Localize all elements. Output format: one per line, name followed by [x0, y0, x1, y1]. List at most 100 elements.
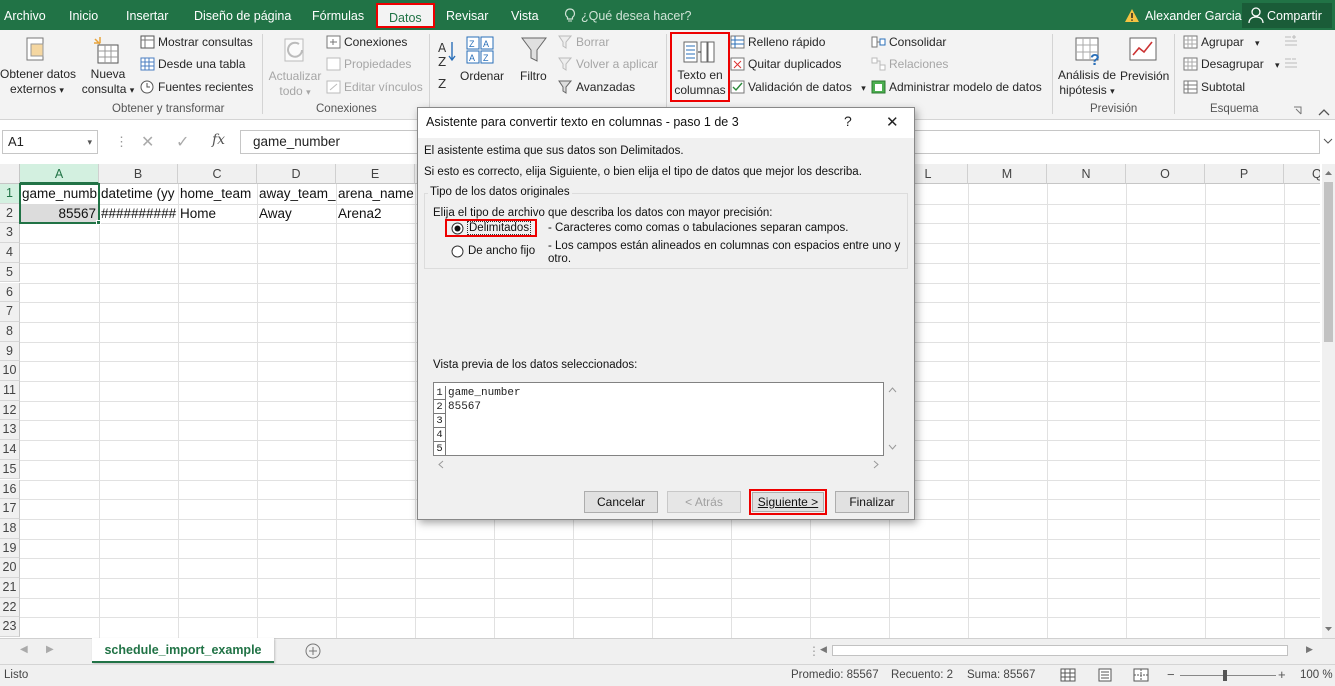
- close-icon[interactable]: ✕: [886, 113, 899, 131]
- zoom-slider-thumb[interactable]: [1223, 670, 1227, 681]
- row-header[interactable]: 18: [0, 518, 20, 539]
- row-header[interactable]: 8: [0, 321, 20, 342]
- row-header[interactable]: 14: [0, 440, 20, 460]
- radio-fixed-width-label[interactable]: De ancho fijo: [468, 245, 535, 257]
- subtotal-button[interactable]: Subtotal: [1201, 80, 1245, 94]
- relations-button[interactable]: Relaciones: [889, 57, 948, 71]
- column-header[interactable]: B: [99, 164, 178, 184]
- cell-d1[interactable]: away_team_: [257, 184, 336, 204]
- cell-b1[interactable]: datetime (yy: [99, 184, 178, 204]
- column-header[interactable]: A: [20, 164, 99, 184]
- add-sheet-icon[interactable]: [305, 643, 321, 659]
- cancel-entry-icon[interactable]: ✕: [141, 132, 154, 152]
- cell-c2[interactable]: Home: [178, 204, 257, 224]
- collapse-ribbon-icon[interactable]: [1318, 108, 1330, 116]
- row-header[interactable]: 6: [0, 282, 20, 303]
- tab-diseno[interactable]: Diseño de página: [194, 0, 291, 30]
- new-query-button[interactable]: Nueva consulta ▾: [80, 67, 136, 98]
- next-button[interactable]: Siguiente >: [752, 492, 824, 512]
- filter-button[interactable]: Filtro: [520, 69, 547, 83]
- radio-delimited-label[interactable]: Delimitados: [467, 221, 532, 235]
- group-button[interactable]: Agrupar ▾: [1201, 35, 1260, 49]
- next-sheet-icon[interactable]: ▶: [46, 644, 54, 655]
- data-validation-button[interactable]: Validación de datos ▾: [748, 80, 866, 94]
- dialog-launcher-icon[interactable]: [1293, 106, 1302, 115]
- preview-scroll-left-icon[interactable]: [438, 460, 444, 469]
- cell-c1[interactable]: home_team: [178, 184, 257, 204]
- connections-button[interactable]: Conexiones: [344, 35, 407, 49]
- preview-scroll-down-icon[interactable]: [888, 444, 897, 450]
- row-header[interactable]: 15: [0, 459, 20, 480]
- expand-formula-bar-icon[interactable]: [1323, 138, 1333, 146]
- column-header[interactable]: M: [968, 164, 1047, 184]
- confirm-entry-icon[interactable]: ✓: [176, 132, 189, 152]
- edit-links-button[interactable]: Editar vínculos: [344, 80, 423, 94]
- cell-b2[interactable]: ##########: [99, 204, 178, 224]
- row-header[interactable]: 19: [0, 538, 20, 559]
- column-header[interactable]: P: [1205, 164, 1284, 184]
- cell-d2[interactable]: Away: [257, 204, 336, 224]
- advanced-button[interactable]: Avanzadas: [576, 80, 635, 94]
- scroll-left-icon[interactable]: ◀: [820, 644, 827, 655]
- get-external-data-button[interactable]: Obtener datos externos ▾: [0, 67, 76, 98]
- row-header[interactable]: 10: [0, 361, 20, 381]
- ungroup-button[interactable]: Desagrupar ▾: [1201, 57, 1280, 71]
- cell-e1[interactable]: arena_name: [336, 184, 415, 204]
- insert-function-icon[interactable]: fx: [212, 132, 225, 148]
- forecast-sheet-button[interactable]: Previsión: [1120, 69, 1169, 83]
- row-header[interactable]: 11: [0, 381, 20, 401]
- row-header[interactable]: 13: [0, 420, 20, 441]
- user-name[interactable]: Alexander Garcia: [1145, 0, 1242, 30]
- tab-inicio[interactable]: Inicio: [69, 0, 98, 30]
- flash-fill-button[interactable]: Relleno rápido: [748, 35, 825, 49]
- fill-handle[interactable]: [96, 220, 101, 225]
- row-header[interactable]: 21: [0, 578, 20, 598]
- tab-archivo[interactable]: Archivo: [4, 0, 46, 30]
- refresh-all-button[interactable]: Actualizar todo ▾: [264, 69, 326, 100]
- scroll-right-icon[interactable]: ▶: [1306, 644, 1313, 655]
- column-header[interactable]: O: [1126, 164, 1205, 184]
- zoom-slider-track[interactable]: [1180, 675, 1276, 676]
- column-header[interactable]: Q: [1284, 164, 1320, 184]
- name-box[interactable]: A1 ▾: [2, 130, 98, 154]
- share-button[interactable]: Compartir: [1267, 0, 1322, 30]
- row-header[interactable]: 17: [0, 499, 20, 519]
- row-header[interactable]: 12: [0, 400, 20, 421]
- page-layout-icon[interactable]: [1097, 668, 1113, 682]
- row-header[interactable]: 7: [0, 302, 20, 322]
- horizontal-scrollbar[interactable]: ◀ ▶: [818, 643, 1318, 659]
- row-header[interactable]: 22: [0, 597, 20, 618]
- prev-sheet-icon[interactable]: ◀: [20, 644, 28, 655]
- tab-vista[interactable]: Vista: [511, 0, 539, 30]
- preview-scroll-right-icon[interactable]: [873, 460, 879, 469]
- remove-duplicates-button[interactable]: Quitar duplicados: [748, 57, 841, 71]
- radio-delimited-icon[interactable]: [451, 222, 464, 235]
- tab-formulas[interactable]: Fórmulas: [312, 0, 364, 30]
- back-button[interactable]: < Atrás: [667, 491, 741, 513]
- vertical-scroll-thumb[interactable]: [1324, 182, 1333, 342]
- column-header[interactable]: E: [336, 164, 415, 184]
- show-queries-button[interactable]: Mostrar consultas: [158, 35, 253, 49]
- zoom-out-icon[interactable]: −: [1167, 667, 1175, 682]
- clear-button[interactable]: Borrar: [576, 35, 609, 49]
- select-all-corner[interactable]: [0, 164, 20, 184]
- row-header[interactable]: 4: [0, 243, 20, 263]
- scroll-up-icon[interactable]: [1324, 170, 1333, 176]
- row-header[interactable]: 5: [0, 262, 20, 283]
- preview-scroll-up-icon[interactable]: [888, 387, 897, 393]
- row-header[interactable]: 1: [0, 184, 20, 204]
- from-table-button[interactable]: Desde una tabla: [158, 57, 245, 71]
- recent-sources-button[interactable]: Fuentes recientes: [158, 80, 253, 94]
- tab-insertar[interactable]: Insertar: [126, 0, 168, 30]
- consolidate-button[interactable]: Consolidar: [889, 35, 946, 49]
- reapply-button[interactable]: Volver a aplicar: [576, 57, 658, 71]
- row-header[interactable]: 16: [0, 479, 20, 500]
- row-header[interactable]: 20: [0, 558, 20, 578]
- row-header[interactable]: 9: [0, 341, 20, 362]
- horizontal-scroll-thumb[interactable]: [832, 645, 1288, 656]
- tell-me-search[interactable]: ¿Qué desea hacer?: [581, 0, 692, 30]
- normal-view-icon[interactable]: [1060, 668, 1076, 682]
- dialog-title-bar[interactable]: Asistente para convertir texto en column…: [418, 108, 914, 138]
- zoom-level[interactable]: 100 %: [1300, 669, 1333, 681]
- data-preview-pane[interactable]: 1 2 3 4 5 game_number 85567: [433, 382, 884, 456]
